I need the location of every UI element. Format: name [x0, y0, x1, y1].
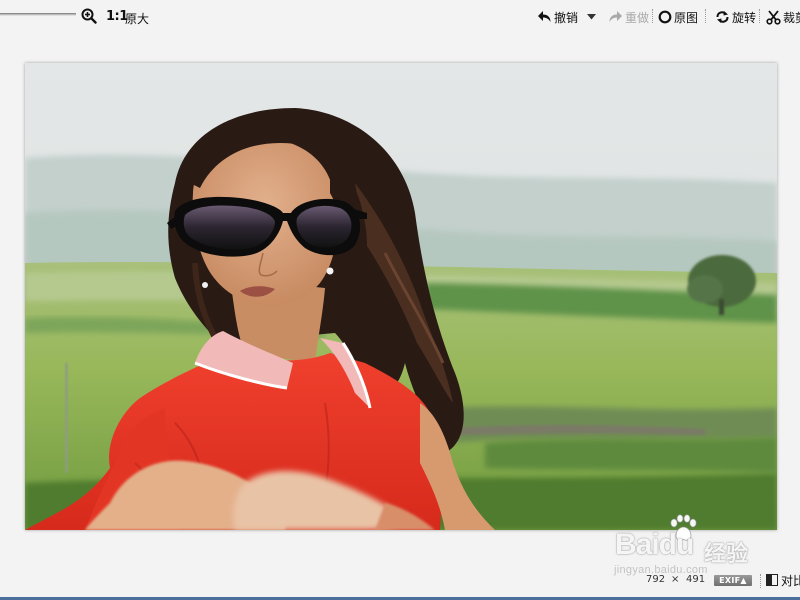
baidu-logo-text: Baidu — [615, 528, 694, 561]
status-separator — [760, 574, 761, 588]
redo-button[interactable]: 重做 — [608, 7, 649, 27]
rotate-label: 旋转 — [732, 10, 757, 25]
compare-icon — [766, 574, 778, 586]
compare-label: 对比 — [781, 573, 800, 588]
circle-icon — [658, 10, 672, 24]
toolbar-separator — [759, 9, 760, 23]
exif-button[interactable]: EXIF▲ — [714, 575, 752, 586]
photo-canvas[interactable] — [25, 63, 777, 530]
chevron-down-icon — [586, 14, 596, 20]
original-image-button[interactable]: 原图 — [658, 7, 698, 27]
redo-icon — [609, 11, 622, 22]
rotate-button[interactable]: 旋转 — [715, 7, 756, 27]
undo-history-dropdown[interactable] — [585, 10, 597, 24]
redo-label: 重做 — [625, 10, 650, 25]
undo-icon — [538, 11, 551, 22]
crop-button[interactable]: 裁剪 — [766, 7, 800, 27]
rotate-icon — [716, 11, 729, 23]
dimension-times-sign: × — [671, 574, 680, 585]
compare-button[interactable]: 对比 — [766, 572, 800, 588]
jingyan-logo-text: 经验 — [704, 542, 749, 567]
image-height: 491 — [686, 574, 706, 585]
crop-label: 裁剪 — [783, 10, 800, 25]
image-width: 792 — [646, 574, 666, 585]
zoom-in-icon[interactable] — [81, 8, 97, 24]
photo-image — [25, 63, 777, 530]
toolbar-separator — [705, 9, 706, 23]
toolbar: 1:1 原大 撤销 重做 原图 旋转 裁 — [0, 0, 800, 34]
original-size-button[interactable]: 原大 — [125, 10, 149, 27]
scissors-icon — [766, 9, 781, 25]
toolbar-separator — [652, 9, 653, 23]
undo-button[interactable]: 撤销 — [537, 7, 578, 27]
zoom-slider[interactable] — [0, 13, 76, 16]
original-image-label: 原图 — [674, 10, 699, 25]
undo-label: 撤销 — [554, 10, 579, 25]
